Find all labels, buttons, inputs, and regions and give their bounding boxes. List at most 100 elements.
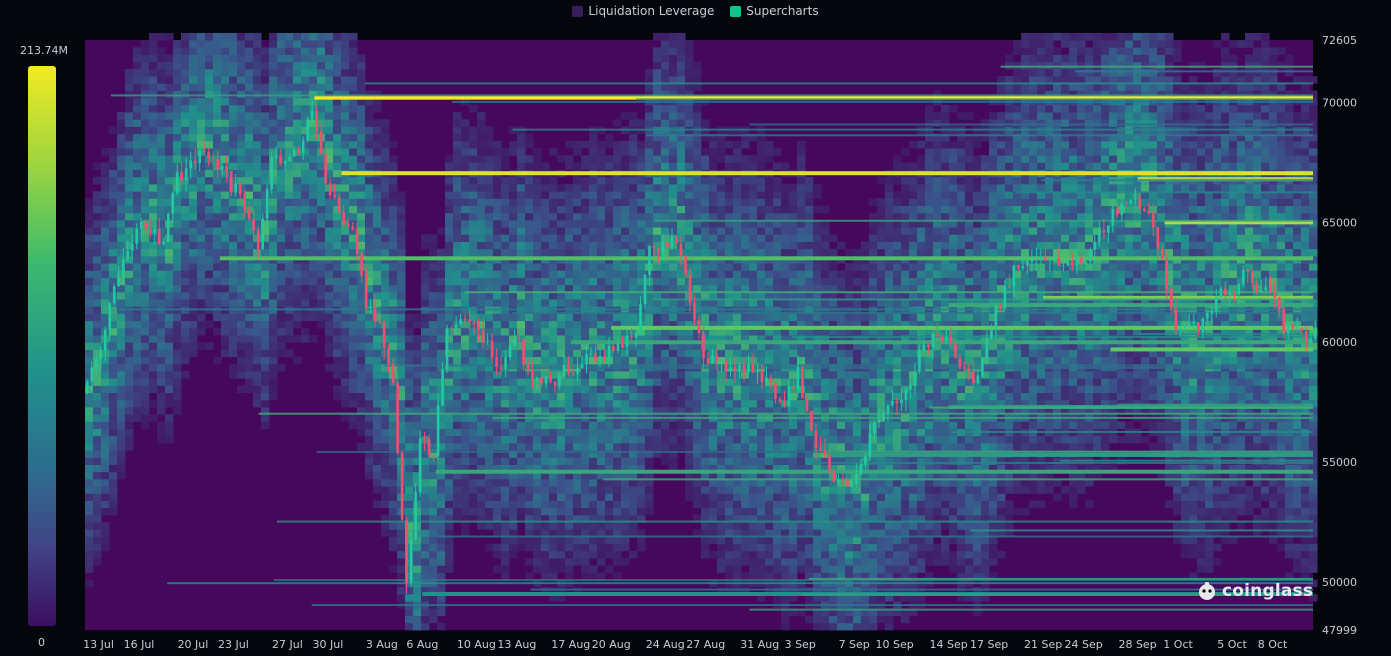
heat-cell — [733, 550, 742, 559]
heat-cell — [541, 442, 550, 451]
heat-cell — [261, 83, 270, 91]
heat-cell — [349, 320, 358, 329]
heat-cell — [589, 234, 598, 242]
heat-cell — [149, 126, 158, 135]
heat-cell — [85, 550, 94, 559]
heat-cell — [397, 234, 406, 242]
heat-cell — [485, 507, 494, 516]
heat-cell — [189, 270, 198, 278]
heat-cell — [133, 320, 142, 329]
heat-cell — [229, 112, 238, 120]
heat-cell — [141, 342, 150, 350]
heat-cell — [101, 234, 110, 242]
heat-cell — [317, 219, 326, 228]
heat-cell — [381, 241, 390, 250]
heat-cell — [349, 277, 358, 286]
heat-cell — [93, 227, 102, 235]
heat-cell — [141, 363, 150, 372]
heat-cell — [669, 349, 678, 358]
heat-cell — [285, 140, 294, 149]
heat-cell — [629, 385, 638, 394]
heat-cell — [221, 112, 230, 120]
heat-cell — [133, 155, 142, 163]
heat-cell — [461, 205, 470, 214]
heat-cell — [789, 205, 798, 214]
heat-cell — [349, 68, 358, 77]
heat-cell — [85, 500, 94, 509]
heat-cell — [645, 356, 654, 365]
heat-cell — [733, 565, 742, 573]
heat-cell — [381, 486, 390, 494]
heat-cell — [573, 486, 582, 494]
heat-cell — [421, 234, 430, 242]
heat-cell — [557, 536, 566, 545]
heat-cell — [405, 478, 414, 487]
heat-cell — [405, 507, 414, 516]
heat-cell — [253, 61, 262, 70]
heat-cell — [709, 550, 718, 559]
heat-cell — [253, 90, 262, 99]
heat-cell — [469, 507, 478, 516]
heat-cell — [85, 579, 94, 588]
heat-cell — [757, 162, 766, 171]
heat-cell — [261, 162, 270, 171]
heat-cell — [517, 327, 526, 336]
heat-cell — [109, 407, 118, 415]
heat-cell — [333, 342, 342, 350]
heat-cell — [677, 227, 686, 235]
heat-cell — [357, 421, 366, 429]
heat-cell — [669, 205, 678, 214]
heat-cell — [773, 550, 782, 559]
heat-cell — [533, 478, 542, 487]
heat-cell — [517, 148, 526, 156]
heat-cell — [485, 140, 494, 149]
heat-cell — [621, 507, 630, 516]
heat-cell — [461, 184, 470, 192]
heat-cell — [325, 349, 334, 358]
heat-cell — [549, 356, 558, 365]
heat-cell — [629, 248, 638, 257]
heat-cell — [541, 270, 550, 278]
heat-cell — [453, 184, 462, 192]
heat-cell — [125, 104, 134, 113]
heat-cell — [477, 378, 486, 386]
heat-cell — [221, 284, 230, 293]
heat-cell — [165, 428, 174, 437]
heat-cell — [525, 392, 534, 401]
heat-cell — [101, 536, 110, 545]
heat-cell — [101, 457, 110, 465]
heat-cell — [309, 248, 318, 257]
heat-cell — [181, 234, 190, 242]
heat-cell — [381, 219, 390, 228]
heat-cell — [157, 47, 166, 55]
heat-cell — [437, 572, 446, 581]
heat-cell — [781, 486, 790, 494]
heat-cell — [605, 421, 614, 429]
heat-cell — [365, 148, 374, 156]
heat-cell — [509, 212, 518, 221]
heat-cell — [157, 212, 166, 221]
heat-cell — [733, 378, 742, 386]
heat-cell — [133, 371, 142, 379]
heat-cell — [789, 543, 798, 552]
heat-cell — [685, 119, 694, 127]
heat-cell — [149, 291, 158, 300]
liquidation-heatmap-chart[interactable]: 72605700006500060000550005000047999 13 J… — [0, 0, 1391, 656]
heat-cell — [349, 47, 358, 55]
heat-cell — [437, 349, 446, 358]
heat-cell — [373, 500, 382, 509]
heat-cell — [349, 349, 358, 358]
heat-cell — [677, 155, 686, 163]
heat-cell — [221, 248, 230, 257]
heat-cell — [677, 435, 686, 444]
heat-cell — [373, 356, 382, 365]
heat-cell — [197, 119, 206, 127]
heat-cell — [365, 363, 374, 372]
heat-cell — [717, 234, 726, 242]
heat-cell — [117, 169, 126, 178]
heat-cell — [101, 299, 110, 307]
heat-cell — [229, 83, 238, 91]
heat-cell — [741, 155, 750, 163]
heat-cell — [605, 507, 614, 516]
heat-cell — [125, 442, 134, 451]
